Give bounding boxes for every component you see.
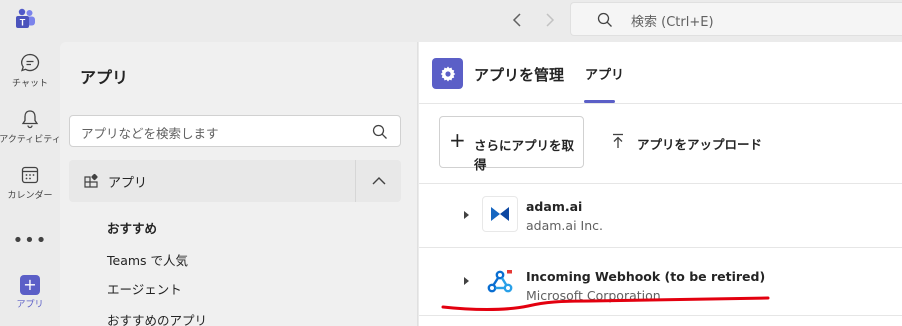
app-search-input[interactable]: アプリなどを検索します bbox=[69, 115, 401, 147]
apps-section-header[interactable]: アプリ bbox=[69, 160, 401, 202]
app-row[interactable]: adam.ai adam.ai Inc. bbox=[419, 184, 902, 248]
chat-icon bbox=[20, 53, 40, 72]
main-header: アプリを管理 アプリ bbox=[419, 42, 902, 104]
apps-grid-icon bbox=[84, 173, 98, 188]
rail-item-label: アクティビティ bbox=[0, 135, 61, 145]
search-icon bbox=[372, 124, 387, 139]
more-apps-button[interactable]: ••• bbox=[0, 230, 60, 251]
search-icon bbox=[597, 12, 612, 27]
tab-selected-indicator bbox=[584, 100, 615, 103]
teams-logo-icon[interactable]: T bbox=[14, 8, 36, 30]
collapse-button[interactable] bbox=[355, 160, 401, 202]
rail-item-chat[interactable]: チャット bbox=[0, 52, 60, 89]
apps-sidebar: アプリ アプリなどを検索します アプリ おすすめ Teams で人気 エージェン… bbox=[60, 42, 418, 326]
global-search-input[interactable]: 検索 (Ctrl+E) bbox=[570, 2, 902, 36]
app-row[interactable] bbox=[419, 316, 902, 326]
more-icon: ••• bbox=[12, 230, 48, 251]
apps-toolbar: + さらにアプリを取得 アプリをアップロード bbox=[419, 104, 902, 184]
adam-ai-logo-icon bbox=[482, 196, 518, 232]
sidebar-title: アプリ bbox=[80, 68, 129, 87]
manage-apps-pane: アプリを管理 アプリ + さらにアプリを取得 アプリをアップロード adam.a… bbox=[419, 42, 902, 326]
rail-item-apps[interactable]: + アプリ bbox=[0, 275, 60, 310]
rail-item-calendar[interactable]: カレンダー bbox=[0, 164, 60, 201]
rail-item-label: チャット bbox=[12, 79, 48, 89]
app-row[interactable]: Incoming Webhook (to be retired) Microso… bbox=[419, 248, 902, 316]
gear-icon bbox=[440, 66, 455, 81]
rail-item-label: アプリ bbox=[16, 300, 44, 310]
webhook-icon bbox=[482, 264, 518, 300]
apps-section-label: アプリ bbox=[108, 176, 148, 191]
manage-apps-badge bbox=[432, 58, 463, 89]
sidebar-item-popular[interactable]: Teams で人気 bbox=[107, 250, 188, 269]
rail-item-label: カレンダー bbox=[7, 191, 53, 201]
bell-icon bbox=[21, 110, 39, 129]
sidebar-item-recommended-apps[interactable]: おすすめのアプリ bbox=[107, 310, 207, 326]
expand-caret-icon[interactable] bbox=[464, 277, 469, 285]
global-search-placeholder: 検索 (Ctrl+E) bbox=[631, 15, 714, 30]
sidebar-item-agents[interactable]: エージェント bbox=[107, 279, 182, 298]
calendar-icon bbox=[21, 166, 39, 184]
upload-icon bbox=[613, 133, 623, 148]
chevron-up-icon bbox=[372, 177, 385, 185]
app-name: Incoming Webhook (to be retired) bbox=[526, 269, 766, 284]
title-bar: T 検索 (Ctrl+E) bbox=[0, 0, 902, 42]
svg-text:T: T bbox=[20, 18, 26, 28]
plus-icon: + bbox=[449, 128, 466, 152]
tab-apps[interactable]: アプリ bbox=[585, 64, 624, 83]
apps-add-icon: + bbox=[20, 275, 40, 295]
rail-item-activity[interactable]: アクティビティ bbox=[0, 108, 61, 145]
upload-app-label: アプリをアップロード bbox=[637, 137, 763, 152]
app-publisher: Microsoft Corporation bbox=[526, 288, 661, 303]
page-title: アプリを管理 bbox=[474, 66, 565, 84]
app-name: adam.ai bbox=[526, 199, 583, 214]
app-publisher: adam.ai Inc. bbox=[526, 218, 603, 233]
chevron-left-icon bbox=[512, 13, 521, 27]
back-button[interactable] bbox=[507, 10, 527, 30]
get-more-apps-label: さらにアプリを取得 bbox=[474, 138, 575, 172]
chevron-right-icon bbox=[546, 13, 555, 27]
sidebar-item-recommended[interactable]: おすすめ bbox=[107, 218, 157, 237]
forward-button[interactable] bbox=[540, 10, 560, 30]
expand-caret-icon[interactable] bbox=[464, 211, 469, 219]
app-search-placeholder: アプリなどを検索します bbox=[81, 126, 219, 141]
app-rail: チャット アクティビティ カレンダー ••• + アプリ bbox=[0, 42, 61, 326]
get-more-apps-button[interactable]: + さらにアプリを取得 bbox=[439, 116, 584, 172]
